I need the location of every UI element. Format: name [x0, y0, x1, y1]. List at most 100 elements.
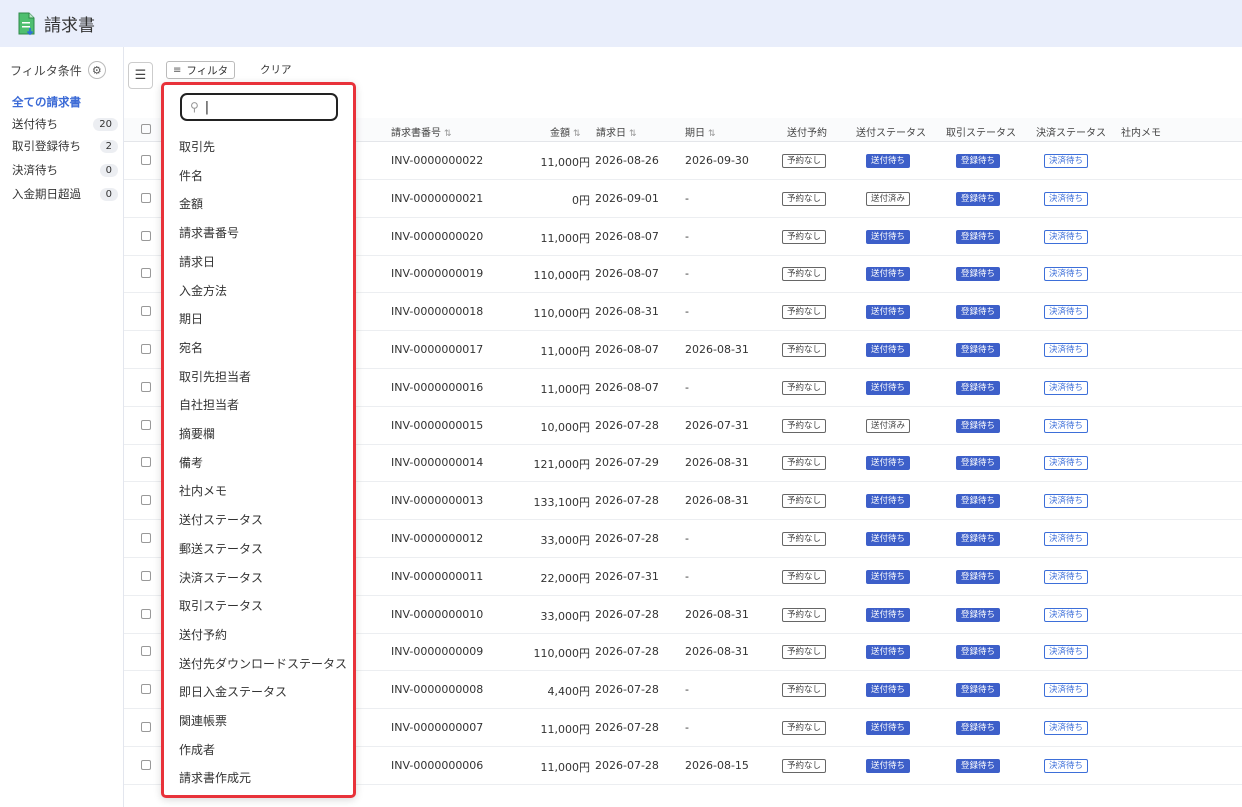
sidebar-item-all[interactable]: 全ての請求書: [12, 91, 118, 113]
row-checkbox[interactable]: [141, 192, 151, 203]
field-option[interactable]: 送付予約: [179, 623, 227, 647]
invoice-number[interactable]: INV-0000000018: [391, 305, 483, 318]
deal-status-badge: 登録待ち: [956, 683, 1001, 698]
invoice-number[interactable]: INV-0000000019: [391, 267, 483, 280]
row-checkbox[interactable]: [141, 155, 151, 165]
field-option[interactable]: 郵送ステータス: [179, 537, 263, 561]
field-option[interactable]: 送付先ダウンロードステータス: [179, 652, 347, 676]
invoice-date: 2026-08-31: [595, 305, 659, 319]
field-option[interactable]: 社内メモ: [179, 479, 227, 503]
field-option[interactable]: 宛名: [179, 336, 203, 360]
settle-status-badge: 決済待ち: [1044, 456, 1089, 471]
send-status-badge: 送付待ち: [866, 607, 911, 622]
field-option[interactable]: 即日入金ステータス: [179, 680, 287, 704]
column-header-date[interactable]: 請求日 ⇅: [596, 124, 637, 139]
field-option[interactable]: 関連帳票: [179, 709, 227, 733]
filter-button[interactable]: ≡ フィルタ: [166, 61, 236, 79]
invoice-number[interactable]: INV-0000000013: [391, 494, 483, 507]
invoice-number[interactable]: INV-0000000016: [391, 381, 483, 394]
field-option[interactable]: 決済ステータス: [179, 566, 263, 590]
deal-status-badge: 登録待ち: [956, 305, 1001, 320]
invoice-date: 2026-09-01: [595, 191, 659, 205]
due-date: -: [685, 532, 689, 545]
row-checkbox[interactable]: [141, 570, 151, 581]
field-option[interactable]: 取引ステータス: [179, 594, 263, 618]
field-option[interactable]: 請求書番号: [179, 221, 239, 245]
deal-status-badge: 登録待ち: [956, 380, 1001, 395]
row-checkbox[interactable]: [141, 608, 151, 619]
amount: 11,000円: [540, 345, 591, 358]
column-header-deal-status[interactable]: 取引ステータス: [946, 124, 1016, 139]
filter-icon: ≡: [173, 64, 182, 76]
sidebar-item-awaiting-send[interactable]: 送付待ち 20: [12, 113, 118, 135]
invoice-number[interactable]: INV-0000000006: [391, 759, 483, 772]
select-all-checkbox[interactable]: [141, 124, 151, 134]
send-status-badge: 送付待ち: [866, 494, 911, 509]
row-checkbox[interactable]: [141, 457, 151, 468]
invoice-number[interactable]: INV-0000000014: [391, 456, 483, 469]
row-checkbox[interactable]: [141, 684, 151, 695]
settle-status-badge: 決済待ち: [1044, 645, 1089, 660]
settle-status-badge: 決済待ち: [1044, 154, 1089, 168]
invoice-number[interactable]: INV-0000000011: [391, 570, 483, 583]
row-checkbox[interactable]: [141, 306, 151, 317]
invoice-number[interactable]: INV-0000000008: [391, 683, 483, 696]
field-option[interactable]: 請求書作成元: [179, 766, 251, 790]
row-checkbox[interactable]: [141, 381, 151, 392]
field-search-input[interactable]: ⚲ |: [180, 93, 338, 121]
gear-icon[interactable]: ⚙: [87, 61, 106, 79]
field-option[interactable]: 入金方法: [179, 279, 227, 303]
reserve-badge: 予約なし: [782, 607, 827, 622]
field-option[interactable]: 送付ステータス: [179, 508, 263, 532]
field-option[interactable]: 期日: [179, 307, 203, 331]
invoice-number[interactable]: INV-0000000012: [391, 532, 483, 545]
sidebar-item-overdue[interactable]: 入金期日超過 0: [12, 183, 118, 205]
invoice-number[interactable]: INV-0000000021: [391, 192, 483, 205]
row-checkbox[interactable]: [141, 495, 151, 506]
column-header-due[interactable]: 期日 ⇅: [685, 124, 716, 139]
invoice-number[interactable]: INV-0000000017: [391, 343, 483, 356]
clear-button[interactable]: クリア: [260, 62, 292, 77]
field-option[interactable]: 件名: [179, 164, 203, 188]
reserve-badge: 予約なし: [782, 229, 827, 244]
row-checkbox[interactable]: [141, 230, 151, 241]
invoice-number[interactable]: INV-0000000010: [391, 608, 483, 621]
due-date: -: [685, 267, 689, 281]
row-checkbox[interactable]: [141, 344, 151, 354]
sidebar-item-awaiting-deal[interactable]: 取引登録待ち 2: [12, 135, 118, 157]
field-option[interactable]: 金額: [179, 192, 203, 216]
field-option[interactable]: 取引先担当者: [179, 365, 251, 389]
row-checkbox[interactable]: [141, 268, 151, 279]
field-option[interactable]: 備考: [179, 451, 203, 475]
row-checkbox[interactable]: [141, 722, 151, 732]
column-header-send-status[interactable]: 送付ステータス: [856, 124, 926, 139]
deal-status-badge: 登録待ち: [956, 154, 1001, 168]
invoice-number[interactable]: INV-0000000015: [391, 419, 483, 432]
deal-status-badge: 登録待ち: [956, 267, 1001, 282]
settle-status-badge: 決済待ち: [1044, 721, 1089, 735]
amount: 110,000円: [533, 307, 591, 321]
sidebar-item-awaiting-settle[interactable]: 決済待ち 0: [12, 159, 118, 181]
row-checkbox[interactable]: [141, 646, 151, 657]
invoice-number[interactable]: INV-0000000020: [391, 230, 483, 243]
deal-status-badge: 登録待ち: [956, 229, 1001, 244]
column-header-number[interactable]: 請求書番号 ⇅: [391, 124, 452, 139]
column-header-memo[interactable]: 社内メモ: [1121, 124, 1161, 139]
sidebar-toggle-button[interactable]: ☰: [128, 62, 153, 89]
amount: 110,000円: [533, 269, 591, 283]
row-checkbox[interactable]: [141, 759, 151, 770]
send-status-badge: 送付待ち: [866, 569, 911, 584]
column-header-amount[interactable]: 金額 ⇅: [550, 124, 581, 139]
row-checkbox[interactable]: [141, 533, 151, 543]
row-checkbox[interactable]: [141, 419, 151, 430]
field-option[interactable]: 作成者: [179, 738, 215, 762]
column-header-reserve[interactable]: 送付予約: [787, 124, 827, 139]
field-option[interactable]: 摘要欄: [179, 422, 215, 446]
field-option[interactable]: 請求日: [179, 250, 215, 274]
column-header-settle-status[interactable]: 決済ステータス: [1036, 124, 1106, 139]
field-option[interactable]: 取引先: [179, 135, 215, 159]
invoice-number[interactable]: INV-0000000007: [391, 721, 483, 734]
invoice-number[interactable]: INV-0000000009: [391, 645, 483, 658]
field-option[interactable]: 自社担当者: [179, 393, 239, 417]
invoice-number[interactable]: INV-0000000022: [391, 154, 483, 167]
